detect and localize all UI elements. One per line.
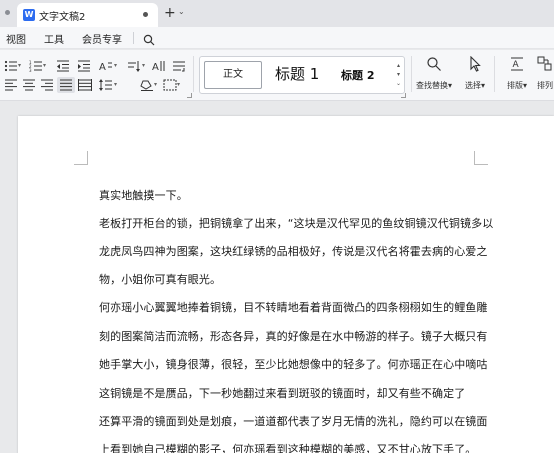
- style-gallery-scroll[interactable]: ▴ ▾ ⌄: [394, 61, 403, 88]
- shading-fill-icon[interactable]: [140, 79, 154, 91]
- document-line[interactable]: 龙虎凤鸟四神为图案，这块红绿锈的品相极好，传说是汉代名将霍去病的心爱之: [99, 243, 488, 259]
- ribbon-divider: [411, 56, 412, 92]
- distributed-align-icon[interactable]: [78, 79, 92, 91]
- border-icon[interactable]: [163, 79, 177, 91]
- style-heading-1[interactable]: 标题 1: [275, 63, 319, 84]
- menu-view[interactable]: 视图: [6, 31, 26, 46]
- tab-list-chevron-icon[interactable]: ⌄: [178, 7, 185, 16]
- increase-indent-icon[interactable]: [77, 60, 91, 72]
- document-line[interactable]: 上看到她自己模糊的影子，何亦瑶看到这种模糊的美感，又不甘心放下手了。: [99, 441, 476, 453]
- ribbon-divider: [494, 56, 495, 92]
- shading-dropdown-icon[interactable]: ▾: [154, 81, 157, 88]
- align-left-icon[interactable]: [4, 79, 18, 91]
- svg-text:A: A: [99, 62, 106, 72]
- window-nav-icon[interactable]: [5, 10, 10, 15]
- style-settings-launcher-icon[interactable]: [401, 93, 406, 98]
- sort-dropdown-icon[interactable]: ▾: [142, 62, 145, 69]
- tab-close-icon[interactable]: [143, 12, 148, 17]
- style-gallery-expand-icon[interactable]: ⌄: [394, 79, 403, 88]
- select-button[interactable]: 选择▾: [462, 56, 488, 91]
- arrange-button[interactable]: 排列: [534, 56, 554, 91]
- document-line[interactable]: 何亦瑶小心翼翼地捧着铜镜，目不转睛地看着背面微凸的四条栩栩如生的鲤鱼雕: [99, 299, 488, 315]
- svg-text:3: 3: [29, 68, 32, 72]
- align-right-icon[interactable]: [40, 79, 54, 91]
- chinese-layout-dropdown-icon[interactable]: ▾: [114, 62, 117, 69]
- tab-document[interactable]: W 文字文稿2: [17, 3, 158, 27]
- menu-tools[interactable]: 工具: [44, 31, 64, 46]
- style-normal[interactable]: 正文: [204, 61, 262, 89]
- sort-icon[interactable]: [127, 60, 141, 72]
- paragraph-mark-icon[interactable]: [172, 60, 186, 72]
- svg-text:A: A: [152, 62, 159, 72]
- justify-icon[interactable]: [59, 79, 73, 91]
- search-icon[interactable]: [143, 31, 155, 46]
- layout-button[interactable]: A 排版▾: [504, 56, 530, 91]
- chinese-layout-icon[interactable]: A: [99, 60, 113, 72]
- select-label: 选择: [464, 81, 481, 90]
- document-line[interactable]: 她手掌大小，镜身很薄，很轻，至少比她想像中的轻多了。何亦瑶正在心中嘀咕: [99, 356, 488, 372]
- page-margin-marker-top-left: [74, 151, 88, 165]
- style-heading-2[interactable]: 标题 2: [341, 67, 374, 83]
- document-line[interactable]: 刻的图案简洁而流畅，形态各异，真的好像是在水中畅游的样子。镜子大概只有: [99, 328, 488, 344]
- find-replace-button[interactable]: 查找替换▾: [416, 56, 452, 91]
- page-margin-marker-top-right: [474, 151, 488, 165]
- document-canvas: 真实地触摸一下。 老板打开柜台的锁，把铜镜拿了出来，“这块是汉代罕见的鱼纹铜镜汉…: [0, 101, 554, 453]
- numbered-list-dropdown-icon[interactable]: ▾: [43, 62, 46, 69]
- arrange-icon: [537, 56, 553, 72]
- ribbon-divider: [193, 56, 194, 92]
- document-line[interactable]: 物，小姐你可真有眼光。: [99, 271, 221, 287]
- arrange-label: 排列: [537, 81, 553, 90]
- document-line[interactable]: 真实地触摸一下。: [99, 187, 188, 203]
- align-center-icon[interactable]: [22, 79, 36, 91]
- menu-divider: [133, 32, 134, 44]
- document-line[interactable]: 老板打开柜台的锁，把铜镜拿了出来，“这块是汉代罕见的鱼纹铜镜汉代铜镜多以: [99, 215, 493, 231]
- title-bar: W 文字文稿2 + ⌄: [0, 0, 554, 27]
- show-hide-marks-icon[interactable]: A: [152, 60, 166, 72]
- style-gallery: 正文 标题 1 标题 2 ▴ ▾ ⌄: [199, 56, 405, 94]
- document-line[interactable]: 这铜镜是不是赝品，下一秒她翻过来看到斑驳的镜面时，却又有些不确定了: [99, 385, 465, 401]
- line-spacing-dropdown-icon[interactable]: ▾: [114, 81, 117, 88]
- menu-member[interactable]: 会员专享: [82, 31, 122, 46]
- line-spacing-icon[interactable]: [99, 79, 113, 91]
- decrease-indent-icon[interactable]: [56, 60, 70, 72]
- numbered-list-icon[interactable]: 123: [29, 60, 43, 72]
- border-dropdown-icon[interactable]: ▾: [177, 81, 180, 88]
- bullet-list-dropdown-icon[interactable]: ▾: [18, 62, 21, 69]
- svg-text:A: A: [513, 60, 520, 70]
- new-tab-plus-icon[interactable]: +: [164, 5, 176, 21]
- style-gallery-down-icon[interactable]: ▾: [394, 70, 403, 79]
- find-replace-icon: [426, 56, 442, 72]
- tab-title: 文字文稿2: [39, 12, 86, 23]
- find-replace-label: 查找替换: [416, 81, 448, 90]
- bullet-list-icon[interactable]: [4, 60, 18, 72]
- paragraph-settings-launcher-icon[interactable]: [187, 93, 192, 98]
- select-cursor-icon: [467, 56, 483, 72]
- wps-writer-doc-icon: W: [23, 9, 35, 21]
- layout-icon: A: [509, 56, 525, 72]
- document-line[interactable]: 还算平滑的镜面到处是划痕，一道道都代表了岁月无情的洗礼，隐约可以在镜面: [99, 413, 488, 429]
- layout-label: 排版: [506, 81, 523, 90]
- menu-bar: 视图 工具 会员专享: [0, 27, 554, 49]
- style-gallery-up-icon[interactable]: ▴: [394, 61, 403, 70]
